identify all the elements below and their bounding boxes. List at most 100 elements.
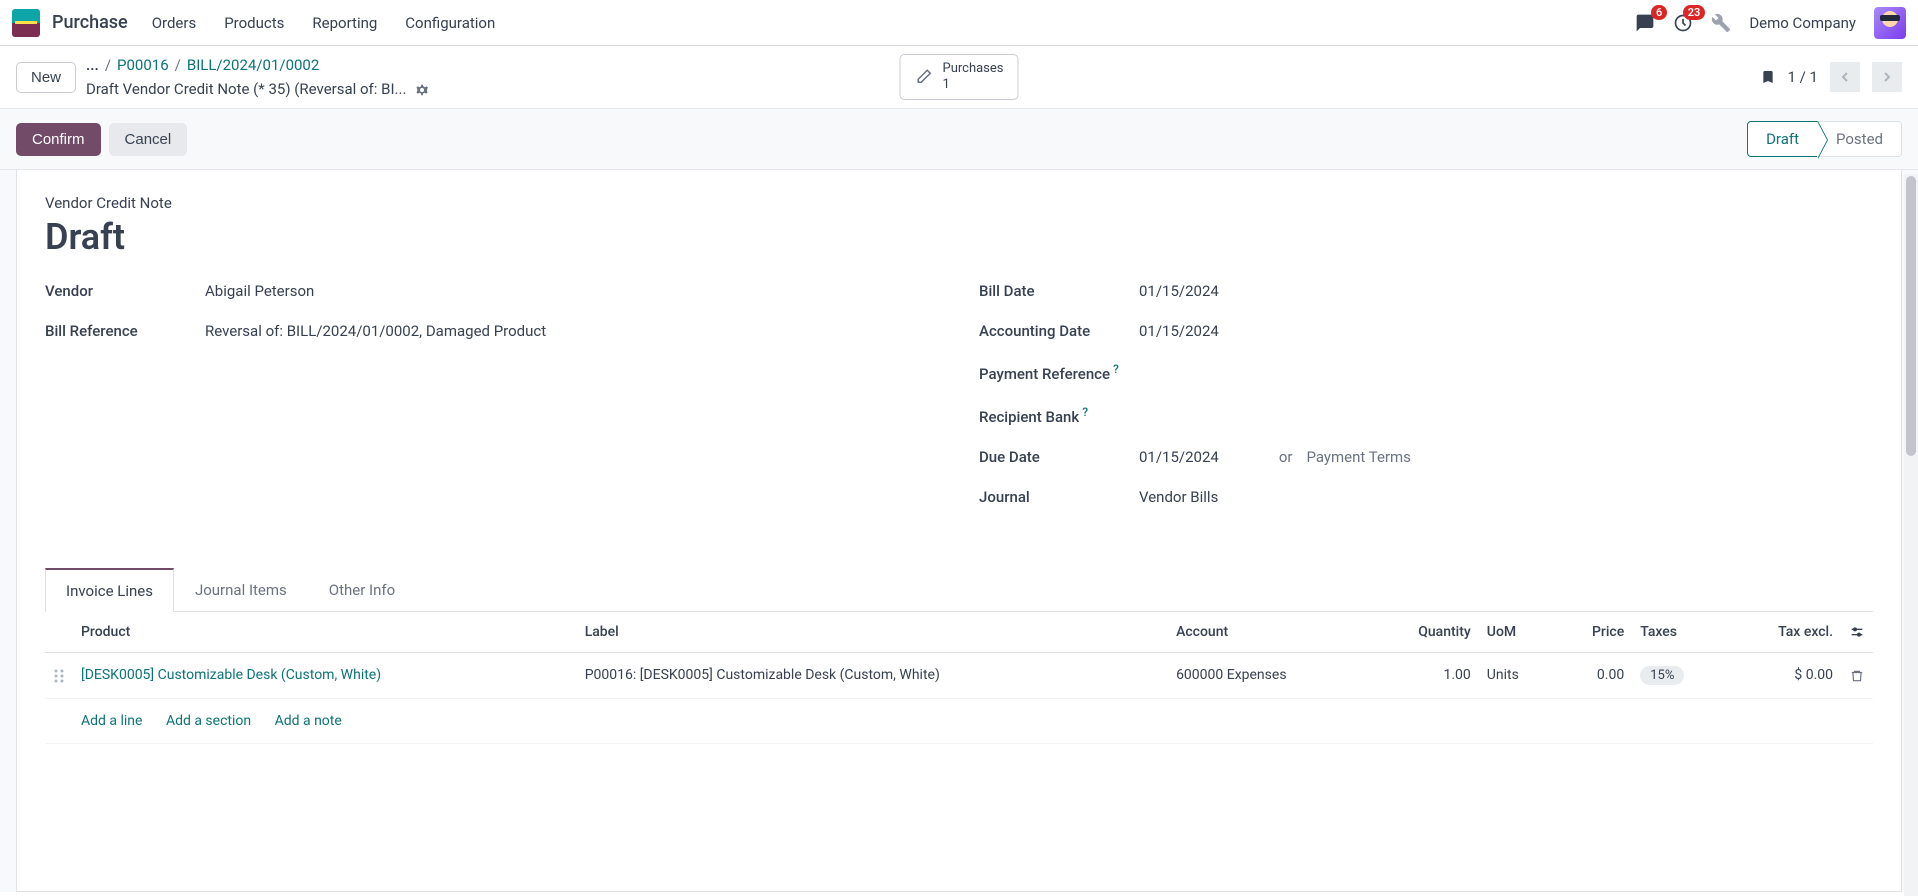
column-settings-icon[interactable] [1849, 624, 1865, 640]
cell-uom[interactable]: Units [1479, 653, 1556, 698]
journal-field[interactable]: Vendor Bills [1139, 488, 1873, 506]
duedate-field[interactable]: 01/15/2024 [1139, 448, 1219, 466]
stat-text: Purchases 1 [942, 61, 1003, 92]
duedate-row: Due Date 01/15/2024 or Payment Terms [979, 448, 1873, 466]
col-label[interactable]: Label [577, 612, 1168, 653]
nav-item-products[interactable]: Products [224, 14, 284, 32]
invoice-lines-table: Product Label Account Quantity UoM Price… [45, 612, 1873, 744]
billref-field[interactable]: Reversal of: BILL/2024/01/0002, Damaged … [205, 322, 939, 340]
cell-quantity[interactable]: 1.00 [1370, 653, 1479, 698]
payref-row: Payment Reference? [979, 362, 1873, 383]
breadcrumb: ... / P00016 / BILL/2024/01/0002 [86, 56, 430, 74]
confirm-button[interactable]: Confirm [16, 123, 101, 156]
add-line-link[interactable]: Add a line [81, 713, 142, 729]
stat-value: 1 [942, 77, 1003, 93]
nav-menu: Orders Products Reporting Configuration [152, 14, 496, 32]
tab-other-info[interactable]: Other Info [308, 568, 416, 612]
status-posted[interactable]: Posted [1818, 121, 1902, 157]
trash-icon[interactable] [1850, 667, 1864, 683]
breadcrumb-sep: / [175, 56, 181, 74]
cell-taxexcl[interactable]: $ 0.00 [1728, 653, 1841, 698]
cell-label[interactable]: P00016: [DESK0005] Customizable Desk (Cu… [577, 653, 1168, 698]
tax-badge: 15% [1640, 666, 1684, 685]
vendor-label: Vendor [45, 282, 205, 300]
help-icon[interactable]: ? [1113, 362, 1119, 376]
new-button[interactable]: New [16, 62, 76, 93]
content-area: Vendor Credit Note Draft Vendor Abigail … [0, 170, 1918, 892]
billdate-field[interactable]: 01/15/2024 [1139, 282, 1873, 300]
vendor-field[interactable]: Abigail Peterson [205, 282, 939, 300]
control-bar: New ... / P00016 / BILL/2024/01/0002 Dra… [0, 46, 1918, 108]
tab-invoice-lines[interactable]: Invoice Lines [45, 568, 174, 612]
breadcrumb-dots[interactable]: ... [86, 56, 99, 74]
nav-right: 6 23 Demo Company [1635, 7, 1906, 39]
tools-icon[interactable] [1711, 13, 1731, 33]
col-uom[interactable]: UoM [1479, 612, 1556, 653]
add-note-link[interactable]: Add a note [275, 713, 342, 729]
payref-label: Payment Reference? [979, 362, 1139, 383]
table-row[interactable]: [DESK0005] Customizable Desk (Custom, Wh… [45, 653, 1873, 698]
tab-journal-items[interactable]: Journal Items [174, 568, 308, 612]
journal-label: Journal [979, 488, 1139, 506]
add-section-link[interactable]: Add a section [166, 713, 251, 729]
activity-badge: 23 [1683, 5, 1706, 20]
stat-label: Purchases [942, 61, 1003, 77]
scrollbar-thumb[interactable] [1906, 176, 1916, 456]
stat-purchases[interactable]: Purchases 1 [899, 54, 1018, 99]
status-bar: Draft Posted [1747, 121, 1902, 157]
journal-row: Journal Vendor Bills [979, 488, 1873, 506]
payment-terms-field[interactable]: Payment Terms [1306, 448, 1410, 466]
cell-account[interactable]: 600000 Expenses [1168, 653, 1370, 698]
cell-taxes[interactable]: 15% [1632, 653, 1728, 698]
col-quantity[interactable]: Quantity [1370, 612, 1479, 653]
cell-product[interactable]: [DESK0005] Customizable Desk (Custom, Wh… [73, 653, 577, 698]
nav-item-reporting[interactable]: Reporting [312, 14, 377, 32]
nav-item-configuration[interactable]: Configuration [405, 14, 495, 32]
gear-icon[interactable] [414, 80, 430, 98]
cell-price[interactable]: 0.00 [1555, 653, 1632, 698]
form-columns: Vendor Abigail Peterson Bill Reference R… [45, 282, 1873, 528]
acctdate-label: Accounting Date [979, 322, 1139, 340]
pager-text: 1 / 1 [1788, 68, 1819, 86]
form-sheet: Vendor Credit Note Draft Vendor Abigail … [16, 170, 1902, 892]
scrollbar-track[interactable] [1904, 174, 1918, 896]
duedate-field-group: 01/15/2024 or Payment Terms [1139, 448, 1873, 466]
billdate-row: Bill Date 01/15/2024 [979, 282, 1873, 300]
doc-state: Draft [45, 216, 1873, 258]
breadcrumb-p00016[interactable]: P00016 [117, 56, 169, 74]
billref-label: Bill Reference [45, 322, 205, 340]
status-draft[interactable]: Draft [1747, 121, 1818, 157]
or-separator: or [1279, 448, 1293, 466]
messages-icon[interactable]: 6 [1635, 13, 1655, 33]
vendor-row: Vendor Abigail Peterson [45, 282, 939, 300]
pager-next-button[interactable] [1872, 62, 1902, 92]
breadcrumb-bill[interactable]: BILL/2024/01/0002 [187, 56, 319, 74]
col-price[interactable]: Price [1555, 612, 1632, 653]
cancel-button[interactable]: Cancel [109, 123, 188, 156]
company-name[interactable]: Demo Company [1749, 14, 1856, 32]
doc-type-label: Vendor Credit Note [45, 194, 1873, 212]
top-nav: Purchase Orders Products Reporting Confi… [0, 0, 1918, 46]
add-row: Add a line Add a section Add a note [45, 698, 1873, 743]
pager-prev-button[interactable] [1830, 62, 1860, 92]
bookmark-icon[interactable] [1760, 67, 1776, 87]
billref-row: Bill Reference Reversal of: BILL/2024/01… [45, 322, 939, 340]
action-bar: Confirm Cancel Draft Posted [0, 108, 1918, 170]
avatar[interactable] [1874, 7, 1906, 39]
drag-handle-icon[interactable] [45, 653, 73, 698]
app-icon[interactable] [12, 9, 40, 37]
acctdate-field[interactable]: 01/15/2024 [1139, 322, 1873, 340]
breadcrumb-sep: / [105, 56, 111, 74]
col-account[interactable]: Account [1168, 612, 1370, 653]
col-taxexcl[interactable]: Tax excl. [1728, 612, 1841, 653]
breadcrumb-area: ... / P00016 / BILL/2024/01/0002 Draft V… [86, 56, 430, 98]
app-name[interactable]: Purchase [52, 12, 128, 33]
nav-item-orders[interactable]: Orders [152, 14, 197, 32]
table-header-row: Product Label Account Quantity UoM Price… [45, 612, 1873, 653]
recbank-label: Recipient Bank? [979, 405, 1139, 426]
col-taxes[interactable]: Taxes [1632, 612, 1728, 653]
col-product[interactable]: Product [73, 612, 577, 653]
help-icon[interactable]: ? [1082, 405, 1088, 419]
activity-icon[interactable]: 23 [1673, 13, 1693, 33]
form-right-col: Bill Date 01/15/2024 Accounting Date 01/… [979, 282, 1873, 528]
